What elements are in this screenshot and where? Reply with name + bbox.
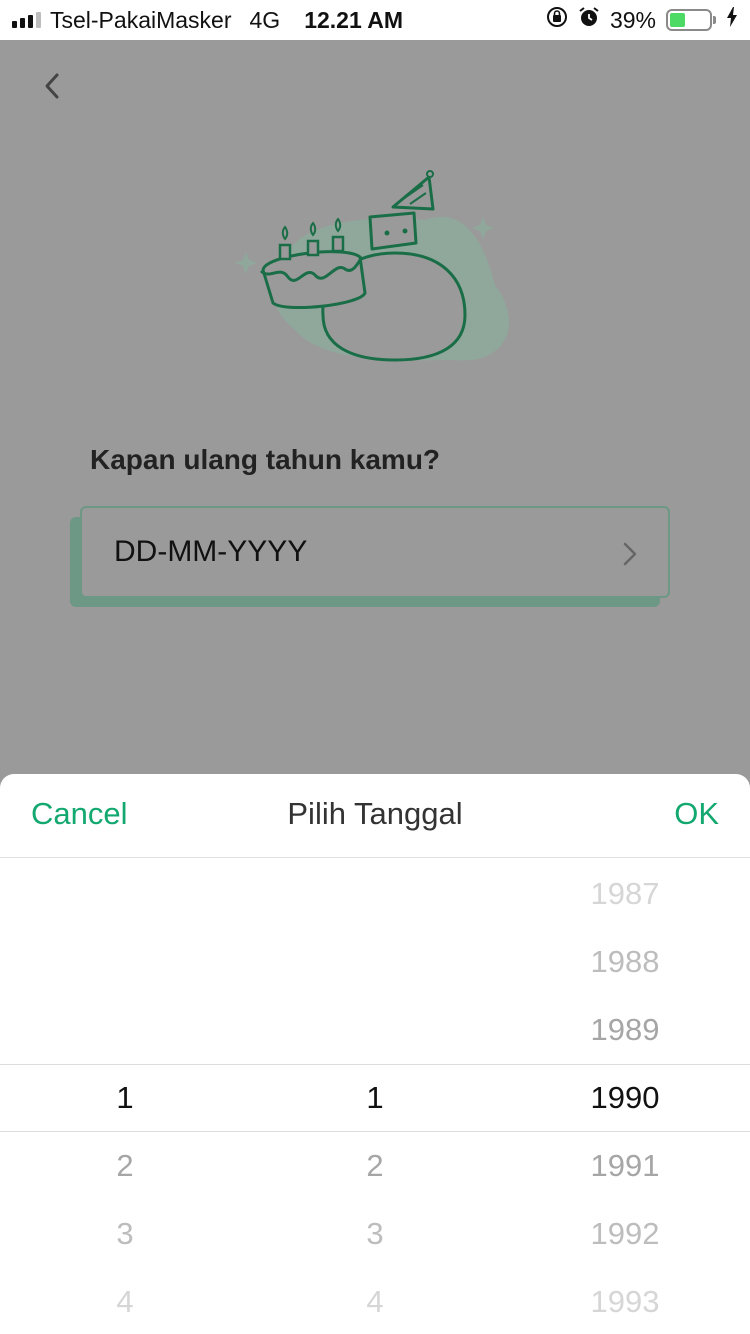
year-option[interactable]: 1989 — [500, 996, 750, 1064]
network-type: 4G — [249, 6, 281, 33]
month-option[interactable]: 4 — [250, 1268, 500, 1334]
year-wheel[interactable]: 1987 1988 1989 1990 1991 1992 1993 — [500, 858, 750, 1334]
birthday-date-field[interactable]: DD-MM-YYYY — [80, 506, 670, 598]
month-option[interactable]: 2 — [250, 1132, 500, 1200]
date-field-placeholder: DD-MM-YYYY — [114, 535, 308, 568]
day-option[interactable]: 1 — [0, 1064, 250, 1132]
day-option[interactable]: 3 — [0, 1200, 250, 1268]
year-option[interactable]: 1991 — [500, 1132, 750, 1200]
year-option[interactable]: 1993 — [500, 1268, 750, 1334]
picker-header: Cancel Pilih Tanggal OK — [0, 774, 750, 858]
alarm-icon — [578, 6, 600, 34]
birthday-cake-illustration — [225, 165, 525, 380]
date-picker-sheet: Cancel Pilih Tanggal OK 1234 1234 1987 19… — [0, 774, 750, 1334]
back-chevron-icon — [45, 73, 59, 99]
back-button[interactable] — [34, 68, 70, 104]
year-option[interactable]: 1988 — [500, 928, 750, 996]
signal-strength-icon — [12, 12, 41, 28]
battery-icon — [666, 9, 716, 31]
date-picker-wheels: 1234 1234 1987 1988 1989 1990 1991 1992 1993 — [0, 858, 750, 1334]
year-option[interactable]: 1987 — [500, 860, 750, 928]
status-bar: Tsel-PakaiMasker 4G 12.21 AM 39% — [0, 0, 750, 40]
chevron-right-icon — [623, 542, 637, 566]
day-option[interactable]: 2 — [0, 1132, 250, 1200]
carrier-name: Tsel-PakaiMasker — [50, 6, 232, 33]
month-option[interactable]: 3 — [250, 1200, 500, 1268]
day-wheel[interactable]: 1234 — [0, 858, 250, 1334]
picker-title: Pilih Tanggal — [287, 796, 463, 831]
status-time: 12.21 AM — [304, 6, 404, 33]
year-option[interactable]: 1992 — [500, 1200, 750, 1268]
month-wheel[interactable]: 1234 — [250, 858, 500, 1334]
ok-button[interactable]: OK — [674, 796, 719, 832]
charging-icon — [726, 6, 738, 34]
battery-percent: 39% — [609, 6, 656, 33]
year-option[interactable]: 1990 — [500, 1064, 750, 1132]
birthday-question: Kapan ulang tahun kamu? — [90, 444, 441, 475]
month-option[interactable]: 1 — [250, 1064, 500, 1132]
day-option[interactable]: 4 — [0, 1268, 250, 1334]
orientation-lock-icon — [546, 6, 568, 34]
